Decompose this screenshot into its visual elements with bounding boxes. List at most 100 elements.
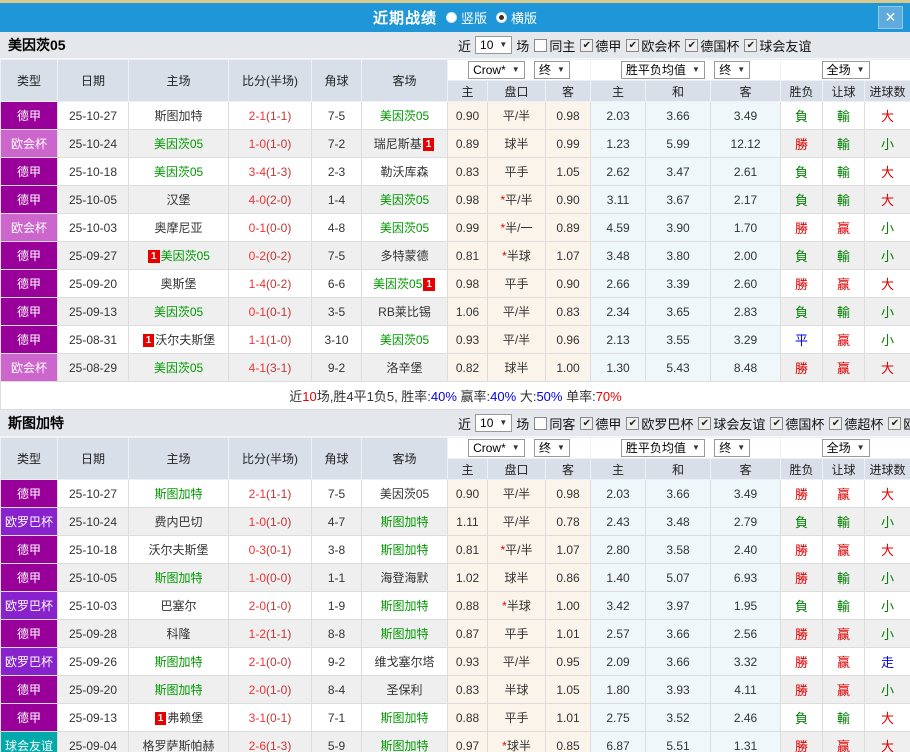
league-filter-checkbox[interactable]: ✔ 德国杯 xyxy=(685,36,739,55)
team-link[interactable]: 海登海默 xyxy=(380,571,428,585)
league-badge: 德甲 xyxy=(0,535,58,564)
close-button[interactable]: ✕ xyxy=(878,6,903,29)
scope-select[interactable]: 全场 ▼ xyxy=(821,439,870,457)
goals-result: 小 xyxy=(864,507,910,536)
results-body: 德甲 25-10-27 斯图加特 2-1(1-1) 7-5 美因茨05 0.90 平/半 0.9… xyxy=(0,101,910,410)
team-link[interactable]: 奥斯堡 xyxy=(160,277,196,291)
team-link[interactable]: RB莱比锡 xyxy=(378,305,431,319)
team-link[interactable]: 格罗萨斯帕赫 xyxy=(142,739,214,752)
team-link[interactable]: 勒沃库森 xyxy=(380,165,428,179)
match-count-select[interactable]: 10 ▼ xyxy=(475,36,513,54)
match-row: 欧会杯 25-10-03 奥摩尼亚 0-1(0-0) 4-8 美因茨05 0.99 *半/一 0… xyxy=(0,213,910,242)
team-link[interactable]: 斯图加特 xyxy=(380,515,428,529)
outcome-result: 勝 xyxy=(780,129,824,158)
home-team: 汉堡 xyxy=(128,185,229,214)
team-link[interactable]: 斯图加特 xyxy=(380,543,428,557)
team-link[interactable]: 汉堡 xyxy=(166,193,190,207)
asia-away-odds: 0.96 xyxy=(544,325,592,354)
col-header-date: 日期 xyxy=(57,437,129,480)
league-filter-checkbox[interactable]: ✔ 德甲 xyxy=(580,36,621,55)
match-date: 25-09-20 xyxy=(57,269,129,298)
view-option-label[interactable]: 竖版 xyxy=(461,8,487,27)
league-filter-checkbox[interactable]: ✔欧冠杯 xyxy=(888,414,910,433)
team-link[interactable]: 斯图加特 xyxy=(154,655,202,669)
team-link[interactable]: 美因茨05 xyxy=(380,109,429,123)
team-link[interactable]: 美因茨05 xyxy=(373,277,422,291)
corners-cell: 8-4 xyxy=(311,675,362,704)
match-date: 25-08-29 xyxy=(57,353,129,382)
team-link[interactable]: 多特蒙德 xyxy=(380,249,428,263)
league-filter-checkbox[interactable]: ✔ 欧会杯 xyxy=(626,36,680,55)
team-link[interactable]: 斯图加特 xyxy=(154,571,202,585)
team-link[interactable]: 美因茨05 xyxy=(380,221,429,235)
team-filter-bar: 美因茨05 近 10 ▼ 场 同主 ✔ 德甲 ✔ 欧会杯 ✔ 德国杯 ✔ 球会友谊 xyxy=(0,32,910,59)
outcome-result: 負 xyxy=(780,241,824,270)
match-date: 25-10-05 xyxy=(57,563,129,592)
same-venue-checkbox[interactable]: 同客 xyxy=(534,414,575,433)
team-link[interactable]: 瑞尼斯基 xyxy=(374,137,422,151)
team-link[interactable]: 圣保利 xyxy=(386,683,422,697)
view-option-label[interactable]: 横版 xyxy=(511,8,537,27)
asia-away-odds: 1.00 xyxy=(544,591,592,620)
league-filter-checkbox[interactable]: ✔ 欧罗巴杯 xyxy=(626,414,693,433)
team-link[interactable]: 巴塞尔 xyxy=(160,599,196,613)
asia-home-odds: 0.82 xyxy=(447,353,488,382)
avg-odds-select[interactable]: 胜平负均值 ▼ xyxy=(620,439,705,457)
league-filter-checkbox[interactable]: ✔ 球会友谊 xyxy=(744,36,811,55)
euro-time-select[interactable]: 终 ▼ xyxy=(714,439,751,457)
team-link[interactable]: 斯图加特 xyxy=(380,599,428,613)
team-link[interactable]: 斯图加特 xyxy=(154,683,202,697)
match-row: 欧罗巴杯 25-09-26 斯图加特 2-1(0-0) 9-2 维戈塞尔塔 0.93 平/半 0… xyxy=(0,647,910,676)
team-link[interactable]: 奥摩尼亚 xyxy=(154,221,202,235)
sub-header-euro-away: 客 xyxy=(710,458,782,480)
team-link[interactable]: 费内巴切 xyxy=(154,515,202,529)
league-badge: 球会友谊 xyxy=(0,731,58,752)
league-filter-checkbox[interactable]: ✔ 球会友谊 xyxy=(698,414,765,433)
team-link[interactable]: 科隆 xyxy=(166,627,190,641)
asia-home-odds: 1.06 xyxy=(447,297,488,326)
team-link[interactable]: 洛辛堡 xyxy=(386,361,422,375)
euro-time-select[interactable]: 终 ▼ xyxy=(714,61,751,79)
asia-away-odds: 1.01 xyxy=(544,619,592,648)
team-link[interactable]: 美因茨05 xyxy=(380,333,429,347)
team-link[interactable]: 美因茨05 xyxy=(154,137,203,151)
avg-odds-value: 胜平负均值 xyxy=(625,441,686,455)
bookmaker-select[interactable]: Crow* ▼ xyxy=(468,439,525,457)
scope-select[interactable]: 全场 ▼ xyxy=(821,61,870,79)
league-filter-checkbox[interactable]: ✔ 德国杯 xyxy=(770,414,824,433)
team-link[interactable]: 美因茨05 xyxy=(380,193,429,207)
match-count-select[interactable]: 10 ▼ xyxy=(475,414,513,432)
radio-selected-icon[interactable] xyxy=(496,12,507,23)
bookmaker-select[interactable]: Crow* ▼ xyxy=(468,61,525,79)
team-link[interactable]: 斯图加特 xyxy=(154,487,202,501)
euro-away-odds: 3.32 xyxy=(710,647,782,676)
league-badge: 欧罗巴杯 xyxy=(0,507,58,536)
team-link[interactable]: 美因茨05 xyxy=(161,249,210,263)
odds-time-select[interactable]: 终 ▼ xyxy=(534,61,570,79)
team-link[interactable]: 弗赖堡 xyxy=(167,711,203,725)
team-link[interactable]: 斯图加特 xyxy=(380,711,428,725)
handicap-line: 球半 xyxy=(487,353,546,382)
asia-away-odds: 0.98 xyxy=(544,101,592,130)
league-filter-checkbox[interactable]: ✔ 德超杯 xyxy=(829,414,883,433)
team-link[interactable]: 美因茨05 xyxy=(154,305,203,319)
home-team: 奥斯堡 xyxy=(128,269,229,298)
team-link[interactable]: 斯图加特 xyxy=(154,109,202,123)
team-link[interactable]: 维戈塞尔塔 xyxy=(374,655,434,669)
same-venue-checkbox[interactable]: 同主 xyxy=(534,36,575,55)
avg-odds-select[interactable]: 胜平负均值 ▼ xyxy=(620,61,705,79)
league-filters: ✔ 德甲 ✔ 欧会杯 ✔ 德国杯 ✔ 球会友谊 xyxy=(575,36,811,55)
team-link[interactable]: 斯图加特 xyxy=(380,627,428,641)
odds-time-select[interactable]: 终 ▼ xyxy=(534,439,570,457)
home-team: 奥摩尼亚 xyxy=(128,213,229,242)
team-link[interactable]: 美因茨05 xyxy=(380,487,429,501)
team-link[interactable]: 斯图加特 xyxy=(380,739,428,752)
radio-unselected-icon[interactable] xyxy=(445,12,457,23)
away-team: 斯图加特 xyxy=(361,731,448,752)
team-link[interactable]: 美因茨05 xyxy=(154,361,203,375)
team-link[interactable]: 美因茨05 xyxy=(154,165,203,179)
team-link[interactable]: 沃尔夫斯堡 xyxy=(155,333,215,347)
euro-home-odds: 1.40 xyxy=(590,563,647,592)
league-filter-checkbox[interactable]: ✔ 德甲 xyxy=(580,414,621,433)
team-link[interactable]: 沃尔夫斯堡 xyxy=(148,543,208,557)
